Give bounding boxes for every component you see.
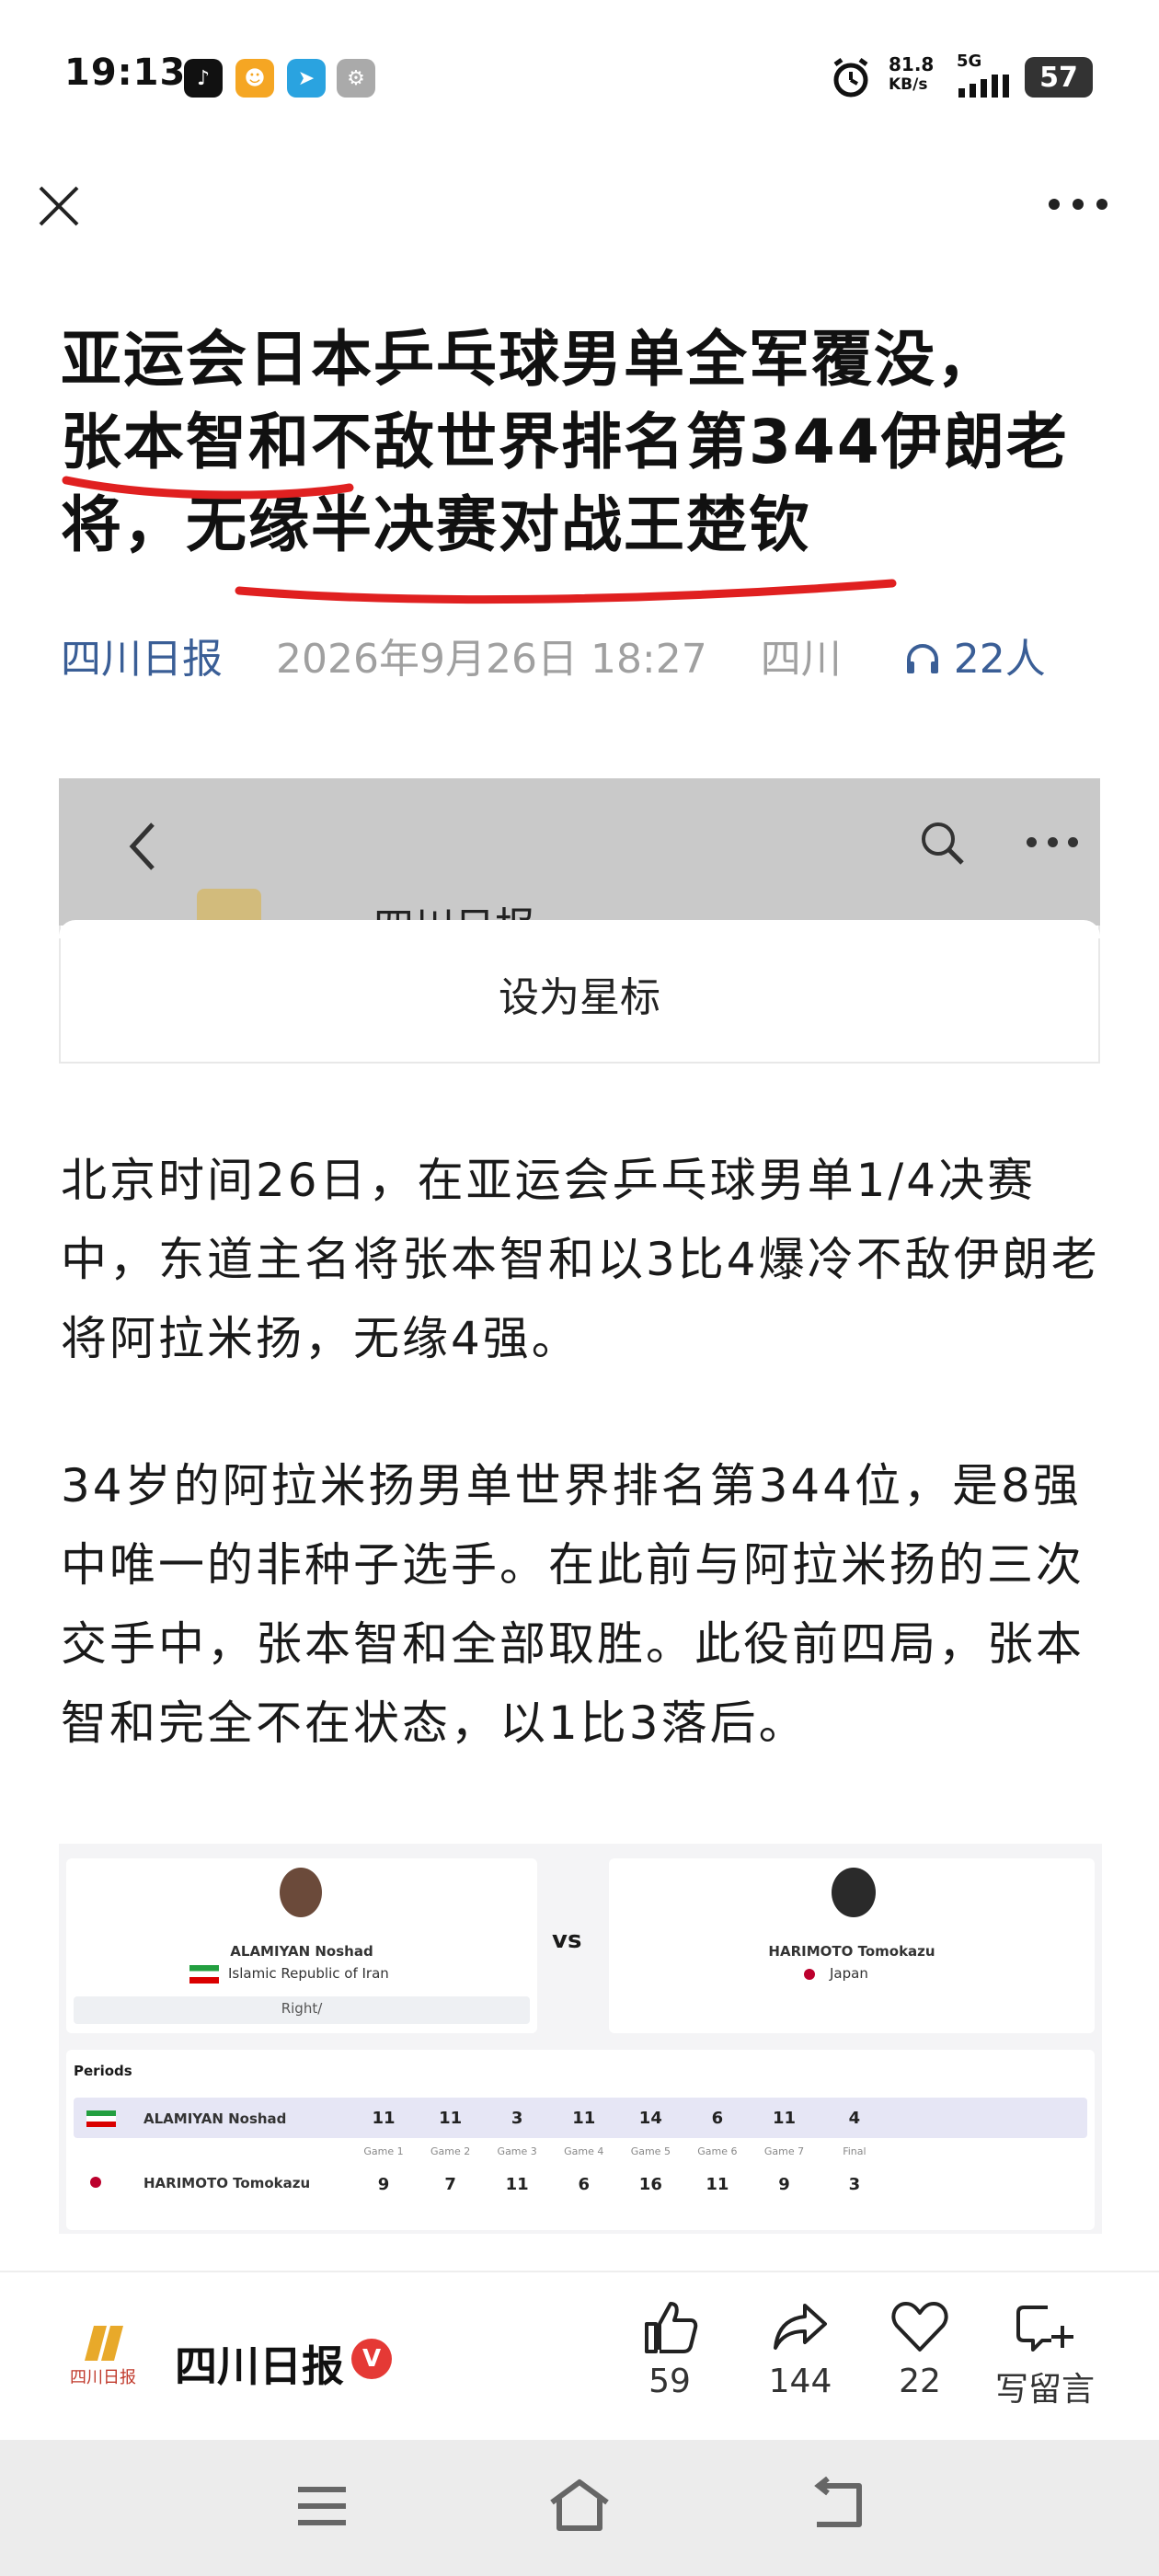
row1-score-8: 4 [848, 2109, 861, 2128]
paragraph-2: 34岁的阿拉米扬男单世界排名第344位，是8强中唯一的非种子选手。在此前与阿拉米… [61, 1459, 1084, 1750]
tiktok-icon: ♪ [184, 59, 223, 98]
game-label-6: Game 6 [697, 2145, 738, 2157]
comment-button[interactable]: 写留言 [990, 2298, 1100, 2410]
share-icon [774, 2304, 827, 2350]
row1-name: ALAMIYAN Noshad [143, 2110, 287, 2127]
popup-sheet-edge [59, 920, 1100, 938]
player1-country: Islamic Republic of Iran [228, 1965, 389, 1982]
vs-label: vs [552, 1926, 582, 1954]
player1-hand: Right/ [281, 2000, 323, 2017]
player1-avatar [280, 1868, 322, 1917]
row2-score-2: 7 [444, 2175, 456, 2194]
headphones-icon [906, 644, 938, 673]
search-icon [922, 822, 964, 865]
battery-indicator: 57 [1025, 57, 1093, 98]
region: 四川 [760, 636, 842, 683]
game-label-4: Game 4 [564, 2145, 604, 2157]
player2-name: HARIMOTO Tomokazu [768, 1943, 935, 1960]
row1-score-5: 14 [638, 2109, 662, 2128]
status-time: 19:13 [64, 52, 187, 94]
network-type: 5G [957, 52, 982, 71]
game-label-1: Game 1 [363, 2145, 404, 2157]
game-label-5: Game 5 [630, 2145, 671, 2157]
row1-score-4: 11 [572, 2109, 596, 2128]
row2-score-3: 11 [505, 2175, 529, 2194]
account-name[interactable]: 四川日报 [175, 2333, 344, 2394]
iran-flag-icon [86, 2110, 116, 2127]
net-speed-unit: KB/s [889, 75, 928, 94]
game-label-8: Final [843, 2145, 866, 2157]
app-notification-icon: ☻ [235, 59, 274, 98]
red-underline-annotation [62, 476, 897, 604]
verified-badge: V [351, 2339, 392, 2379]
player2-country: Japan [830, 1965, 868, 1982]
game-label-3: Game 3 [497, 2145, 537, 2157]
japan-flag-icon [90, 2177, 101, 2188]
back-icon [129, 822, 155, 870]
row2-score-6: 11 [706, 2175, 729, 2194]
japan-flag-icon [804, 1969, 815, 1980]
signal-icon [957, 72, 1012, 99]
close-icon[interactable] [33, 180, 85, 232]
publish-datetime: 2026年9月26日 18:27 [276, 636, 707, 683]
bottom-action-bar: 四川日报 四川日报 V 59 144 22 写留言 [0, 2271, 1159, 2442]
periods-label: Periods [74, 2063, 132, 2079]
heart-icon [891, 2302, 948, 2352]
player1-card: ALAMIYAN Noshad Islamic Republic of Iran… [66, 1858, 537, 2033]
favorite-count: 22 [899, 2363, 941, 2400]
row2-name: HARIMOTO Tomokazu [143, 2175, 311, 2191]
row2-score-1: 9 [377, 2175, 390, 2194]
row2-score-8: 3 [848, 2175, 861, 2194]
game-label-2: Game 2 [430, 2145, 471, 2157]
article-meta: 四川日报 2026年9月26日 18:27 四川 22人 [61, 626, 1046, 684]
row2-score-7: 9 [778, 2175, 790, 2194]
title-line-1: 亚运会日本乒乓球男单全军覆没， [61, 324, 999, 395]
thumbs-up-icon [645, 2302, 698, 2353]
more-icon [1027, 837, 1078, 850]
game-label-7: Game 7 [763, 2145, 805, 2157]
menu-icon[interactable] [293, 2480, 351, 2532]
player1-name: ALAMIYAN Noshad [230, 1943, 373, 1960]
periods-table: Periods ALAMIYAN Noshad 11 11 3 11 14 6 11 4 Ga… [66, 2050, 1095, 2230]
set-star-button: 设为星标 [59, 926, 1100, 1064]
system-nav-bar [0, 2440, 1159, 2576]
share-count: 144 [768, 2363, 832, 2400]
alarm-icon [828, 55, 874, 101]
iran-flag-icon [189, 1965, 219, 1984]
like-button[interactable]: 59 [635, 2298, 705, 2400]
row2-score-4: 6 [578, 2175, 591, 2194]
source-link[interactable]: 四川日报 [61, 636, 223, 683]
settings-icon: ⚙ [337, 59, 375, 98]
embedded-screenshot: 四川日报 [59, 778, 1100, 926]
home-icon[interactable] [546, 2477, 613, 2534]
listen-button[interactable]: 22人 [904, 636, 1046, 683]
row1-score-3: 3 [511, 2109, 523, 2128]
more-options-icon[interactable] [1049, 193, 1107, 215]
player2-card: HARIMOTO Tomokazu Japan [609, 1858, 1095, 2033]
set-star-label: 设为星标 [499, 974, 660, 1021]
comment-label: 写留言 [994, 2371, 1095, 2409]
paragraph-1: 北京时间26日，在亚运会乒乓球男单1/4决赛中，东道主名将张本智和以3比4爆冷不… [61, 1154, 1100, 1365]
share-button[interactable]: 144 [765, 2298, 835, 2400]
row1-score-2: 11 [439, 2109, 463, 2128]
sichuan-daily-logo[interactable]: 四川日报 [66, 2320, 147, 2390]
row1-score-6: 6 [711, 2109, 724, 2128]
comment-icon [1016, 2306, 1073, 2352]
match-scoreboard-image: ALAMIYAN Noshad Islamic Republic of Iran… [59, 1844, 1102, 2234]
like-count: 59 [648, 2363, 691, 2400]
favorite-button[interactable]: 22 [885, 2298, 955, 2400]
net-speed-value: 81.8 [889, 53, 935, 75]
row2-score-5: 16 [638, 2175, 662, 2194]
back-nav-icon[interactable] [808, 2477, 866, 2534]
row1-score-7: 11 [772, 2109, 797, 2128]
telegram-icon: ➤ [287, 59, 326, 98]
svg-text:四川日报: 四川日报 [70, 2368, 136, 2387]
listener-count: 22人 [953, 636, 1046, 683]
player2-avatar [832, 1868, 876, 1917]
row1-score-1: 11 [372, 2109, 396, 2128]
